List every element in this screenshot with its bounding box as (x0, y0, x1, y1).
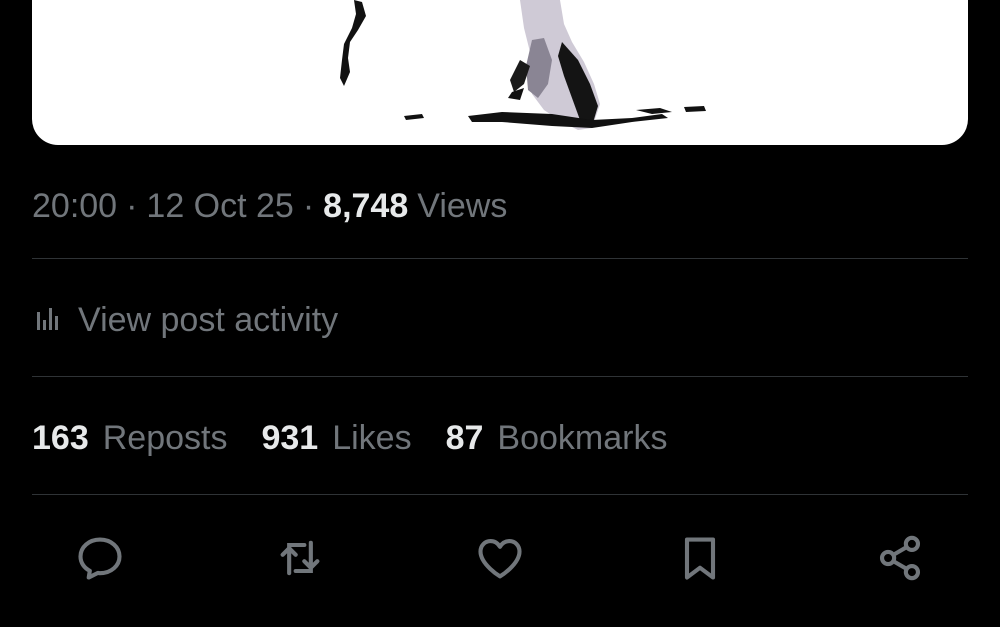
post-meta: 20:00 · 12 Oct 25 · 8,748 Views (32, 184, 507, 228)
like-button[interactable] (470, 528, 530, 588)
post-time: 20:00 (32, 186, 118, 225)
heart-icon (478, 539, 522, 579)
likes-stat[interactable]: 931 Likes (261, 419, 411, 458)
reply-button[interactable] (70, 528, 130, 588)
view-post-activity-label: View post activity (78, 300, 339, 339)
meta-separator: · (126, 186, 138, 225)
bookmarks-label: Bookmarks (497, 418, 668, 457)
bookmarks-stat[interactable]: 87 Bookmarks (446, 419, 668, 458)
repost-icon (280, 540, 320, 576)
analytics-icon (32, 304, 64, 336)
divider (32, 494, 968, 495)
likes-label: Likes (332, 418, 412, 457)
reposts-stat[interactable]: 163 Reposts (32, 419, 227, 458)
reposts-label: Reposts (102, 418, 228, 457)
views-label: Views (417, 186, 508, 225)
bookmark-button[interactable] (670, 528, 730, 588)
share-icon (879, 535, 921, 581)
bookmarks-count: 87 (445, 418, 484, 457)
divider (32, 376, 968, 377)
likes-count: 931 (261, 418, 319, 457)
reposts-count: 163 (32, 418, 89, 457)
view-post-activity-link[interactable]: View post activity (32, 298, 338, 342)
divider (32, 258, 968, 259)
repost-button[interactable] (270, 528, 330, 588)
engagement-stats: 163 Reposts 931 Likes 87 Bookmarks (32, 416, 701, 460)
share-button[interactable] (870, 528, 930, 588)
reply-icon (78, 537, 122, 580)
bookmark-icon (684, 537, 716, 580)
views-count: 8,748 (323, 186, 409, 225)
action-bar (0, 528, 1000, 588)
meta-separator: · (302, 186, 315, 225)
post-date: 12 Oct 25 (146, 186, 294, 225)
post-media-image[interactable] (32, 0, 968, 145)
